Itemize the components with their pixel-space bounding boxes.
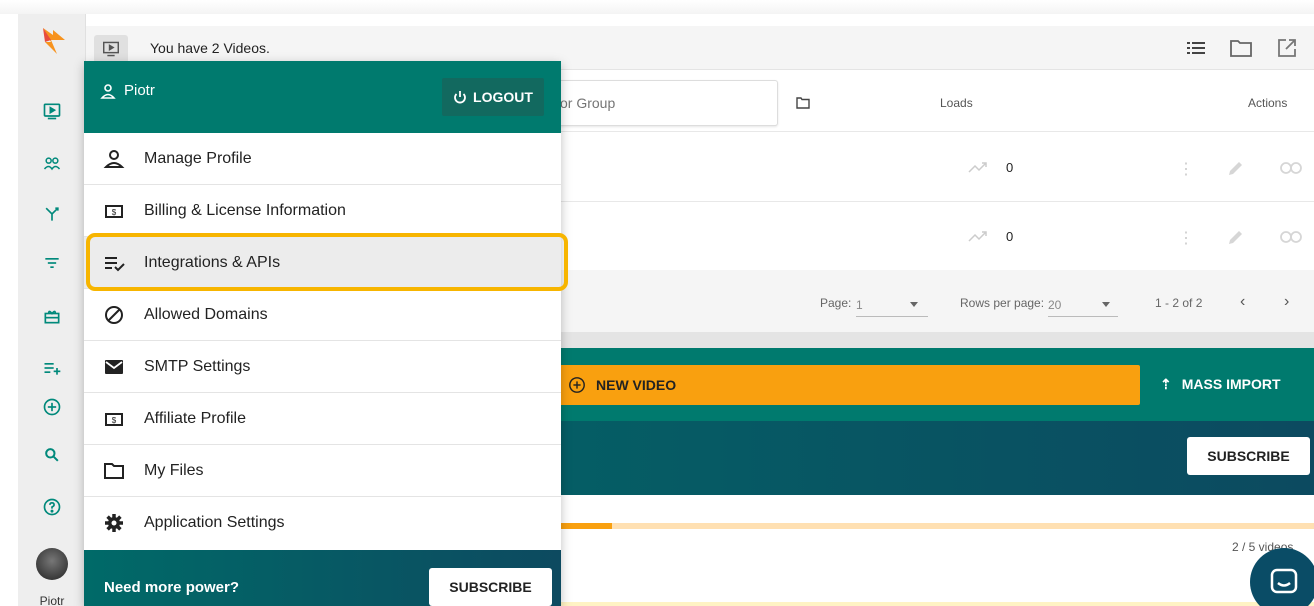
person-icon <box>100 83 116 99</box>
menu-item-manage-profile[interactable]: Manage Profile <box>84 133 561 185</box>
open-external-icon[interactable] <box>1275 36 1299 60</box>
rows-per-page-label: Rows per page: <box>960 296 1045 310</box>
mail-icon <box>84 356 144 378</box>
page-label: Page: <box>820 296 852 310</box>
search-placeholder: or Group <box>560 95 616 111</box>
upload-icon: ⇡ <box>1160 376 1172 392</box>
sidebar-search-icon[interactable] <box>18 440 86 470</box>
mass-import-label: MASS IMPORT <box>1181 376 1281 392</box>
column-actions: Actions <box>1248 96 1288 110</box>
more-icon[interactable]: ⋮ <box>1178 159 1194 179</box>
sidebar-playlist-add-icon[interactable] <box>18 353 86 383</box>
menu-item-app-settings[interactable]: Application Settings <box>84 497 561 549</box>
sidebar-add-circle-icon[interactable] <box>18 392 86 422</box>
chevron-down-icon <box>910 302 918 307</box>
person-icon <box>84 148 144 170</box>
new-video-label: NEW VIDEO <box>596 377 677 393</box>
video-list-icon <box>94 35 128 63</box>
rows-per-page-value: 20 <box>1048 298 1062 312</box>
edit-icon[interactable] <box>1226 158 1246 183</box>
sidebar-videos-icon[interactable] <box>18 96 86 126</box>
page-value: 1 <box>856 298 863 312</box>
menu-item-label: Billing & License Information <box>144 201 346 219</box>
notice-strip <box>560 602 1314 606</box>
billing-icon: $ <box>84 200 144 222</box>
sidebar-gift-icon[interactable] <box>18 301 86 331</box>
folder-icon <box>84 460 144 482</box>
usage-progress-track <box>540 523 1314 529</box>
column-loads[interactable]: Loads <box>940 96 973 110</box>
logout-button[interactable]: LOGOUT <box>442 78 544 116</box>
menu-item-label: Allowed Domains <box>144 305 268 323</box>
logout-label: LOGOUT <box>473 89 533 105</box>
menu-item-affiliate[interactable]: $ Affiliate Profile <box>84 393 561 445</box>
more-icon[interactable]: ⋮ <box>1178 228 1194 248</box>
subscribe-button[interactable]: SUBSCRIBE <box>1187 437 1310 475</box>
menu-user-name: Piotr <box>124 82 155 99</box>
sidebar-groups-icon[interactable] <box>18 149 86 179</box>
new-video-button[interactable]: NEW VIDEO <box>556 365 1140 405</box>
sidebar-funnel-icon[interactable] <box>18 199 86 229</box>
page-title: You have 2 Videos. <box>150 40 270 56</box>
gear-icon <box>84 512 144 534</box>
trend-icon <box>968 229 988 248</box>
block-icon <box>84 304 144 326</box>
menu-item-label: Application Settings <box>144 514 285 531</box>
page-range: 1 - 2 of 2 <box>1155 296 1203 310</box>
link-icon[interactable] <box>1280 230 1302 248</box>
chat-icon <box>1270 568 1298 594</box>
power-icon <box>454 91 466 104</box>
menu-item-label: Manage Profile <box>144 149 252 167</box>
menu-item-billing[interactable]: $ Billing & License Information <box>84 185 561 237</box>
row-loads: 0 <box>1006 229 1014 244</box>
top-shade <box>0 0 1314 14</box>
menu-subscribe-button[interactable]: SUBSCRIBE <box>429 568 552 606</box>
trend-icon <box>968 160 988 179</box>
menu-user: Piotr <box>100 82 155 99</box>
menu-item-allowed-domains[interactable]: Allowed Domains <box>84 289 561 341</box>
chevron-down-icon <box>1102 302 1110 307</box>
billing-icon: $ <box>84 408 144 430</box>
menu-item-my-files[interactable]: My Files <box>84 445 561 497</box>
prev-page-icon[interactable]: ‹ <box>1240 293 1245 311</box>
sidebar-help-icon[interactable] <box>18 492 86 522</box>
menu-item-label: Affiliate Profile <box>144 409 246 427</box>
next-page-icon[interactable]: › <box>1284 293 1289 311</box>
chat-widget[interactable] <box>1250 548 1314 606</box>
row-loads: 0 <box>1006 160 1014 175</box>
mass-import-button[interactable]: ⇡ MASS IMPORT <box>1160 376 1281 393</box>
svg-text:$: $ <box>112 416 117 425</box>
add-circle-icon <box>569 377 585 393</box>
edit-icon[interactable] <box>1226 227 1246 252</box>
avatar[interactable] <box>36 548 68 580</box>
svg-text:$: $ <box>112 208 117 217</box>
logo-icon <box>43 28 65 54</box>
link-icon[interactable] <box>1280 161 1302 179</box>
highlight-outline <box>86 233 568 291</box>
sidebar-filter-icon[interactable] <box>18 248 86 278</box>
menu-item-label: My Files <box>144 461 204 479</box>
sidebar-user-name: Piotr <box>39 594 65 606</box>
menu-item-smtp[interactable]: SMTP Settings <box>84 341 561 393</box>
page-select[interactable]: 1 <box>856 298 928 317</box>
rows-per-page-select[interactable]: 20 <box>1048 298 1118 317</box>
app-logo[interactable] <box>18 26 86 66</box>
list-view-icon[interactable] <box>1184 36 1208 60</box>
folder-icon[interactable] <box>1229 36 1253 60</box>
menu-footer-text: Need more power? <box>104 579 240 596</box>
folder-column-icon <box>796 96 810 114</box>
menu-item-label: SMTP Settings <box>144 357 251 375</box>
